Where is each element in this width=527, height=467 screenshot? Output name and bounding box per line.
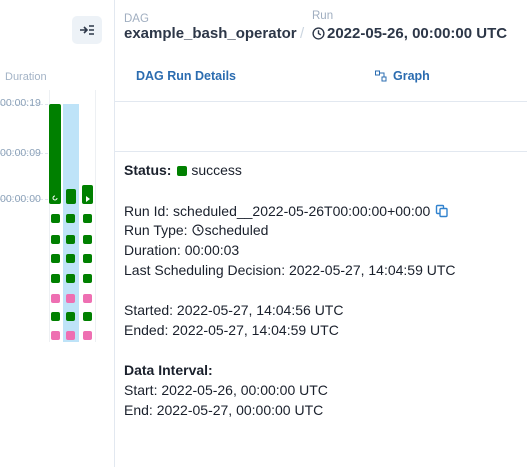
task-instance-cell[interactable] (83, 214, 92, 223)
duration-tick-mid: 00:00:09 (0, 147, 41, 159)
task-instance-cell[interactable] (51, 294, 60, 303)
ended-text: Ended: 2022-05-27, 14:04:59 UTC (124, 322, 339, 338)
last-scheduling-decision: Last Scheduling Decision: 2022-05-27, 14… (124, 262, 456, 278)
task-instance-cell[interactable] (66, 312, 75, 321)
task-instance-cell[interactable] (83, 235, 92, 244)
duration-tick-zero: 00:00:00 (0, 193, 41, 205)
interval-start: Start: 2022-05-26, 00:00:00 UTC (124, 382, 328, 398)
run-type-value: scheduled (204, 222, 269, 238)
task-instance-cell[interactable] (51, 235, 60, 244)
run-duration-bar-selected[interactable] (66, 189, 76, 204)
selected-run-highlight (63, 104, 79, 342)
status-value: success (191, 162, 242, 178)
graph-icon (375, 70, 387, 82)
clock-icon (192, 224, 204, 236)
run-type-row: Run Type: scheduled (124, 220, 268, 240)
panel-divider (114, 0, 115, 467)
collapse-grid-button[interactable] (72, 16, 102, 44)
clock-icon (312, 27, 325, 40)
copy-icon[interactable] (435, 204, 449, 218)
breadcrumb-separator: / (300, 25, 305, 42)
task-instance-cell[interactable] (51, 254, 60, 263)
run-duration-bar[interactable] (82, 185, 93, 204)
duration-text: Duration: 00:00:03 (124, 242, 240, 258)
status-row: Status: success (124, 160, 242, 180)
grid-column-line (95, 90, 96, 342)
task-instance-cell[interactable] (66, 331, 75, 340)
breadcrumb-dag-id[interactable]: example_bash_operator (124, 25, 297, 42)
data-interval-title: Data Interval: (124, 362, 213, 378)
task-instance-cell[interactable] (66, 235, 75, 244)
breadcrumb-run-id: 2022-05-26, 00:00:00 UTC (327, 25, 508, 42)
run-id-row: Run Id: scheduled__2022-05-26T00:00:00+0… (124, 201, 449, 221)
duration-column-header: Duration (5, 71, 47, 83)
task-instance-cell[interactable] (83, 254, 92, 263)
tab-dag-run-details[interactable]: DAG Run Details (136, 69, 236, 83)
task-instance-cell[interactable] (51, 274, 60, 283)
task-instance-cell[interactable] (83, 294, 92, 303)
task-instance-cell[interactable] (83, 274, 92, 283)
rerun-icon (52, 195, 58, 201)
tabs-bottom-border (115, 101, 527, 102)
task-instance-cell[interactable] (66, 294, 75, 303)
task-instance-cell[interactable] (51, 312, 60, 321)
tab-graph-label: Graph (393, 69, 430, 83)
run-duration-bar[interactable] (49, 104, 61, 204)
breadcrumb-run-label: Run (312, 10, 334, 22)
details-top-border (115, 151, 527, 152)
task-instance-cell[interactable] (83, 312, 92, 321)
task-instance-cell[interactable] (51, 331, 60, 340)
task-instance-cell[interactable] (83, 331, 92, 340)
task-instance-cell[interactable] (66, 274, 75, 283)
status-color-swatch (177, 166, 188, 176)
interval-end: End: 2022-05-27, 00:00:00 UTC (124, 402, 324, 418)
play-icon (86, 196, 90, 202)
task-instance-cell[interactable] (51, 214, 60, 223)
task-instance-cell[interactable] (66, 254, 75, 263)
task-instance-cell[interactable] (66, 214, 75, 223)
breadcrumb-dag-label: DAG (124, 13, 149, 25)
run-type-prefix: Run Type: (124, 222, 188, 238)
status-label: Status: (124, 162, 172, 178)
breadcrumb-run[interactable]: 2022-05-26, 00:00:00 UTC (312, 25, 507, 42)
started-text: Started: 2022-05-27, 14:04:56 UTC (124, 302, 344, 318)
duration-tick-max: 00:00:19 (0, 97, 41, 109)
tab-graph[interactable]: Graph (375, 69, 430, 83)
run-id-text: Run Id: scheduled__2022-05-26T00:00:00+0… (124, 203, 431, 219)
collapse-arrow-icon (80, 25, 94, 35)
